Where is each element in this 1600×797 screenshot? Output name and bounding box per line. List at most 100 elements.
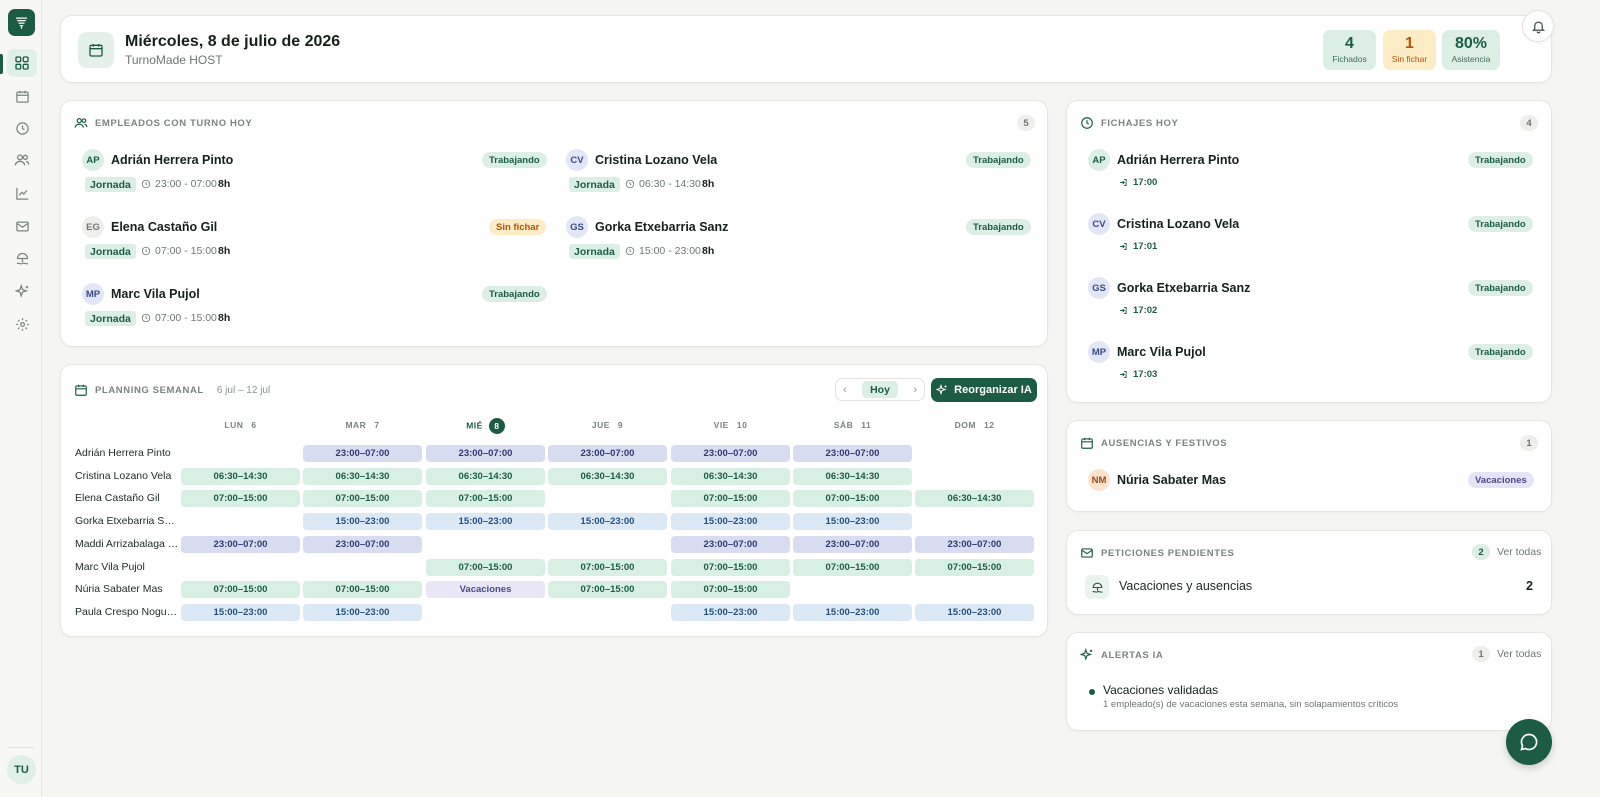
shift-cell[interactable]: 07:00–15:00 <box>671 490 790 507</box>
shift-cell[interactable]: 15:00–23:00 <box>303 604 422 621</box>
clock-icon <box>15 121 29 135</box>
shift-cell[interactable]: 15:00–23:00 <box>181 604 300 621</box>
today-button[interactable]: Hoy <box>862 381 898 398</box>
empleados-card: Empleados con turno hoy 5 AP Adrián Herr… <box>60 100 1048 347</box>
peticiones-count: 2 <box>1472 544 1490 560</box>
shift-cell[interactable]: Vacaciones <box>426 581 545 598</box>
planning-card: Planning semanal 6 jul – 12 jul ‹ Hoy › … <box>60 364 1048 637</box>
shift-cell[interactable]: 23:00–07:00 <box>303 445 422 462</box>
shift-cell[interactable]: 15:00–23:00 <box>793 604 912 621</box>
shift-cell[interactable]: 23:00–07:00 <box>548 445 667 462</box>
planning-employee-name: Paula Crespo Nogu… <box>75 606 178 618</box>
alertas-card: Alertas IA 1 Ver todas Vacaciones valida… <box>1066 632 1552 731</box>
status-badge: Trabajando <box>966 219 1031 235</box>
day-header-dom: DOM 12 <box>954 420 995 430</box>
shift-cell[interactable]: 15:00–23:00 <box>303 513 422 530</box>
shift-cell[interactable]: 15:00–23:00 <box>915 604 1034 621</box>
shift-cell[interactable]: 15:00–23:00 <box>793 513 912 530</box>
shift-cell[interactable]: 07:00–15:00 <box>181 581 300 598</box>
page-subtitle: TurnoMade HOST <box>125 53 223 67</box>
planning-title: Planning semanal <box>95 384 204 396</box>
shift-cell[interactable]: 07:00–15:00 <box>915 559 1034 576</box>
sidebar-item-calendar[interactable] <box>7 82 37 110</box>
status-badge: Sin fichar <box>489 219 547 235</box>
prev-week-button[interactable]: ‹ <box>843 384 847 396</box>
see-all-alerts-link[interactable]: Ver todas <box>1497 648 1541 660</box>
shift-cell[interactable]: 15:00–23:00 <box>671 513 790 530</box>
shift-hours: 8h <box>702 178 715 190</box>
status-badge: Trabajando <box>1468 152 1533 168</box>
sidebar-item-absences[interactable] <box>7 244 37 272</box>
shift-cell[interactable]: 06:30–14:30 <box>915 490 1034 507</box>
employee-name: Cristina Lozano Vela <box>595 153 718 167</box>
shift-cell[interactable]: 07:00–15:00 <box>181 490 300 507</box>
avatar: GS <box>1088 277 1110 299</box>
shift-cell[interactable]: 06:30–14:30 <box>303 468 422 485</box>
shift-cell[interactable]: 23:00–07:00 <box>426 445 545 462</box>
shift-cell[interactable]: 07:00–15:00 <box>793 559 912 576</box>
login-icon <box>1120 179 1127 186</box>
shift-cell[interactable]: 06:30–14:30 <box>426 468 545 485</box>
planning-employee-name: Cristina Lozano Vela <box>75 470 172 482</box>
employee-name: Elena Castaño Gil <box>111 220 218 234</box>
shift-cell[interactable]: 23:00–07:00 <box>303 536 422 553</box>
status-badge: Trabajando <box>1468 344 1533 360</box>
ausencias-count: 1 <box>1520 435 1538 451</box>
sidebar-item-reports[interactable] <box>7 179 37 207</box>
sidebar-item-fichajes[interactable] <box>7 114 37 142</box>
shift-cell[interactable]: 06:30–14:30 <box>181 468 300 485</box>
shift-cell[interactable]: 06:30–14:30 <box>671 468 790 485</box>
next-week-button[interactable]: › <box>913 384 917 396</box>
shift-type-badge: Jornada <box>85 311 136 326</box>
employee-name: Núria Sabater Mas <box>1117 473 1227 487</box>
shift-cell[interactable]: 07:00–15:00 <box>671 559 790 576</box>
notifications-button[interactable] <box>1522 10 1554 42</box>
shift-hours: 8h <box>702 245 715 257</box>
planning-employee-name: Núria Sabater Mas <box>75 583 163 595</box>
peticiones-header: Peticiones pendientes <box>1080 546 1234 560</box>
shift-cell[interactable]: 07:00–15:00 <box>671 581 790 598</box>
shift-cell[interactable]: 23:00–07:00 <box>793 536 912 553</box>
shift-cell[interactable]: 15:00–23:00 <box>671 604 790 621</box>
shift-cell[interactable]: 23:00–07:00 <box>181 536 300 553</box>
sidebar-item-dashboard[interactable] <box>7 49 37 77</box>
day-header-lun: LUN 6 <box>224 420 257 430</box>
shift-type-badge: Jornada <box>85 244 136 259</box>
shift-cell[interactable]: 07:00–15:00 <box>548 581 667 598</box>
shift-cell[interactable]: 23:00–07:00 <box>671 445 790 462</box>
shift-cell[interactable]: 15:00–23:00 <box>548 513 667 530</box>
user-avatar[interactable]: TU <box>7 755 36 784</box>
shift-cell[interactable]: 23:00–07:00 <box>671 536 790 553</box>
see-all-requests-link[interactable]: Ver todas <box>1497 546 1541 558</box>
shift-cell[interactable]: 07:00–15:00 <box>426 490 545 507</box>
shift-cell[interactable]: 23:00–07:00 <box>915 536 1034 553</box>
employee-name: Adrián Herrera Pinto <box>111 153 234 167</box>
clock-in-time: 17:02 <box>1119 305 1157 316</box>
sidebar-divider <box>8 747 34 748</box>
sidebar-item-requests[interactable] <box>7 212 37 240</box>
shift-cell[interactable]: 07:00–15:00 <box>426 559 545 576</box>
shift-time: 15:00 - 23:00 <box>625 245 701 257</box>
shift-cell[interactable]: 07:00–15:00 <box>793 490 912 507</box>
shift-hours: 8h <box>218 312 231 324</box>
alertas-count: 1 <box>1472 646 1490 662</box>
alert-dot-icon <box>1089 689 1095 695</box>
shift-cell[interactable]: 07:00–15:00 <box>548 559 667 576</box>
shift-cell[interactable]: 15:00–23:00 <box>426 513 545 530</box>
shift-cell[interactable]: 06:30–14:30 <box>793 468 912 485</box>
sidebar-item-ai[interactable] <box>7 277 37 305</box>
app-logo-icon[interactable] <box>8 9 35 36</box>
chat-button[interactable] <box>1506 719 1552 765</box>
shift-time: 07:00 - 15:00 <box>141 245 217 257</box>
clock-icon <box>141 179 151 189</box>
alertas-title: Alertas IA <box>1101 649 1164 661</box>
sidebar-item-employees[interactable] <box>7 146 37 174</box>
shift-cell[interactable]: 07:00–15:00 <box>303 581 422 598</box>
sidebar-item-settings[interactable] <box>7 310 37 338</box>
shift-cell[interactable]: 23:00–07:00 <box>793 445 912 462</box>
shift-cell[interactable]: 07:00–15:00 <box>303 490 422 507</box>
reorganize-ai-button[interactable]: Reorganizar IA <box>931 378 1037 402</box>
ausencias-card: Ausencias y festivos 1 NM Núria Sabater … <box>1066 420 1552 512</box>
shift-cell[interactable]: 06:30–14:30 <box>548 468 667 485</box>
avatar: AP <box>1088 149 1110 171</box>
